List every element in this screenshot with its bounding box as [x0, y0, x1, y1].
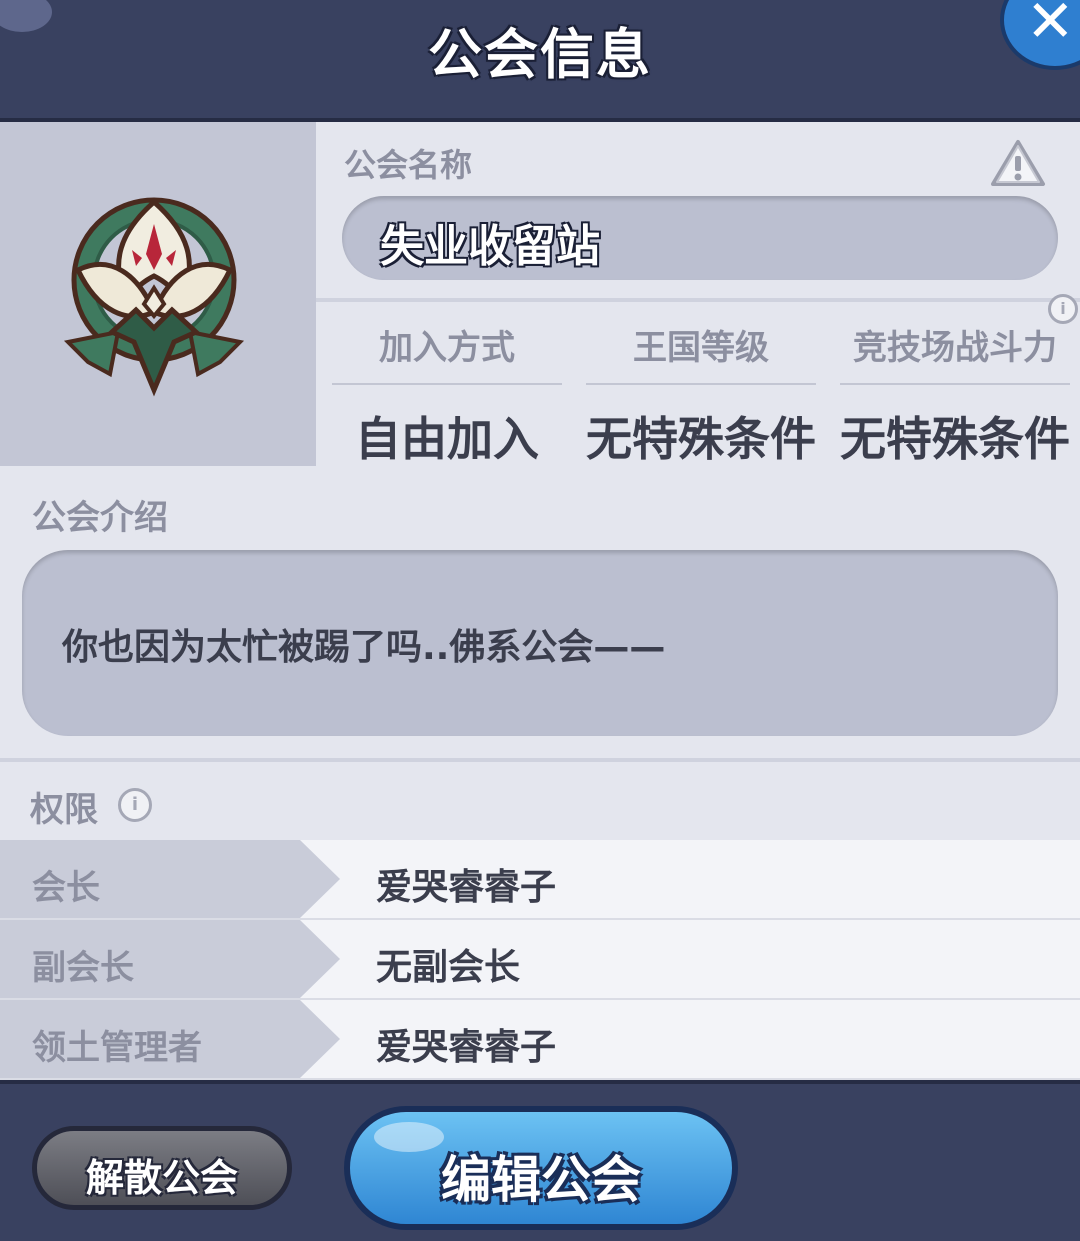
- stat-arena-power: 竞技场战斗力 无特殊条件: [840, 302, 1070, 469]
- guild-name-value: 失业收留站: [380, 221, 600, 272]
- permission-role-tab: 副会长: [0, 920, 340, 998]
- stat-join-method: 加入方式 自由加入: [332, 302, 562, 469]
- disband-guild-label: 解散公会: [85, 1156, 238, 1200]
- permission-row-territory-manager: 领土管理者 爱哭睿睿子: [0, 1000, 1080, 1080]
- stat-label: 加入方式: [379, 328, 515, 368]
- edit-guild-button[interactable]: 编辑公会: [344, 1106, 738, 1230]
- stat-label: 王国等级: [633, 328, 769, 368]
- stat-divider: [332, 383, 562, 385]
- guild-name-label: 公会名称: [344, 146, 473, 184]
- edit-guild-label: 编辑公会: [441, 1151, 641, 1209]
- close-icon: ✕: [1026, 0, 1075, 55]
- warning-icon[interactable]: [990, 138, 1046, 188]
- window-title: 公会信息: [428, 23, 652, 86]
- guild-intro-field: 你也因为太忙被踢了吗..佛系公会——: [22, 550, 1058, 736]
- permission-role-tab: 领土管理者: [0, 1000, 340, 1078]
- stat-divider: [840, 383, 1070, 385]
- stat-label: 竞技场战斗力: [853, 328, 1057, 368]
- guild-name-section: 公会名称 失业收留站: [316, 122, 1080, 298]
- stat-kingdom-level: 王国等级 无特殊条件: [586, 302, 816, 469]
- permission-row-leader: 会长 爱哭睿睿子: [0, 840, 1080, 920]
- guild-name-field: 失业收留站: [342, 196, 1058, 280]
- permissions-list: 会长 爱哭睿睿子 副会长 无副会长 领土管理者 爱哭睿睿子: [0, 840, 1080, 1080]
- permissions-label: 权限: [30, 790, 98, 830]
- emblem-area: [0, 122, 316, 466]
- stat-value: 无特殊条件: [586, 412, 816, 466]
- stat-value: 无特殊条件: [840, 412, 1070, 466]
- section-divider: [0, 758, 1080, 762]
- header-bar: 公会信息 ✕: [0, 0, 1080, 122]
- permission-row-vice-leader: 副会长 无副会长: [0, 920, 1080, 1000]
- info-icon[interactable]: i: [118, 788, 152, 822]
- permission-role: 副会长: [32, 948, 134, 988]
- permission-holder: 爱哭睿睿子: [376, 867, 557, 908]
- permission-holder: 爱哭睿睿子: [376, 1027, 557, 1068]
- permission-role: 领土管理者: [32, 1028, 202, 1068]
- stat-value: 自由加入: [355, 412, 539, 466]
- footer-bar: 解散公会 编辑公会: [0, 1080, 1080, 1241]
- stat-divider: [586, 383, 816, 385]
- disband-guild-button[interactable]: 解散公会: [32, 1126, 292, 1210]
- guild-intro-label: 公会介绍: [32, 498, 168, 538]
- permission-role: 会长: [32, 868, 100, 908]
- guild-intro-text: 你也因为太忙被踢了吗..佛系公会——: [62, 627, 666, 668]
- guild-info-panel: 公会名称 失业收留站 i 加入方式 自由加入 王国等级 无特殊条件 竞技场战斗力…: [0, 122, 1080, 1080]
- guild-emblem: [63, 197, 245, 397]
- permission-role-tab: 会长: [0, 840, 340, 918]
- permission-holder: 无副会长: [376, 947, 521, 988]
- guild-stats-section: i 加入方式 自由加入 王国等级 无特殊条件 竞技场战斗力 无特殊条件: [316, 294, 1080, 470]
